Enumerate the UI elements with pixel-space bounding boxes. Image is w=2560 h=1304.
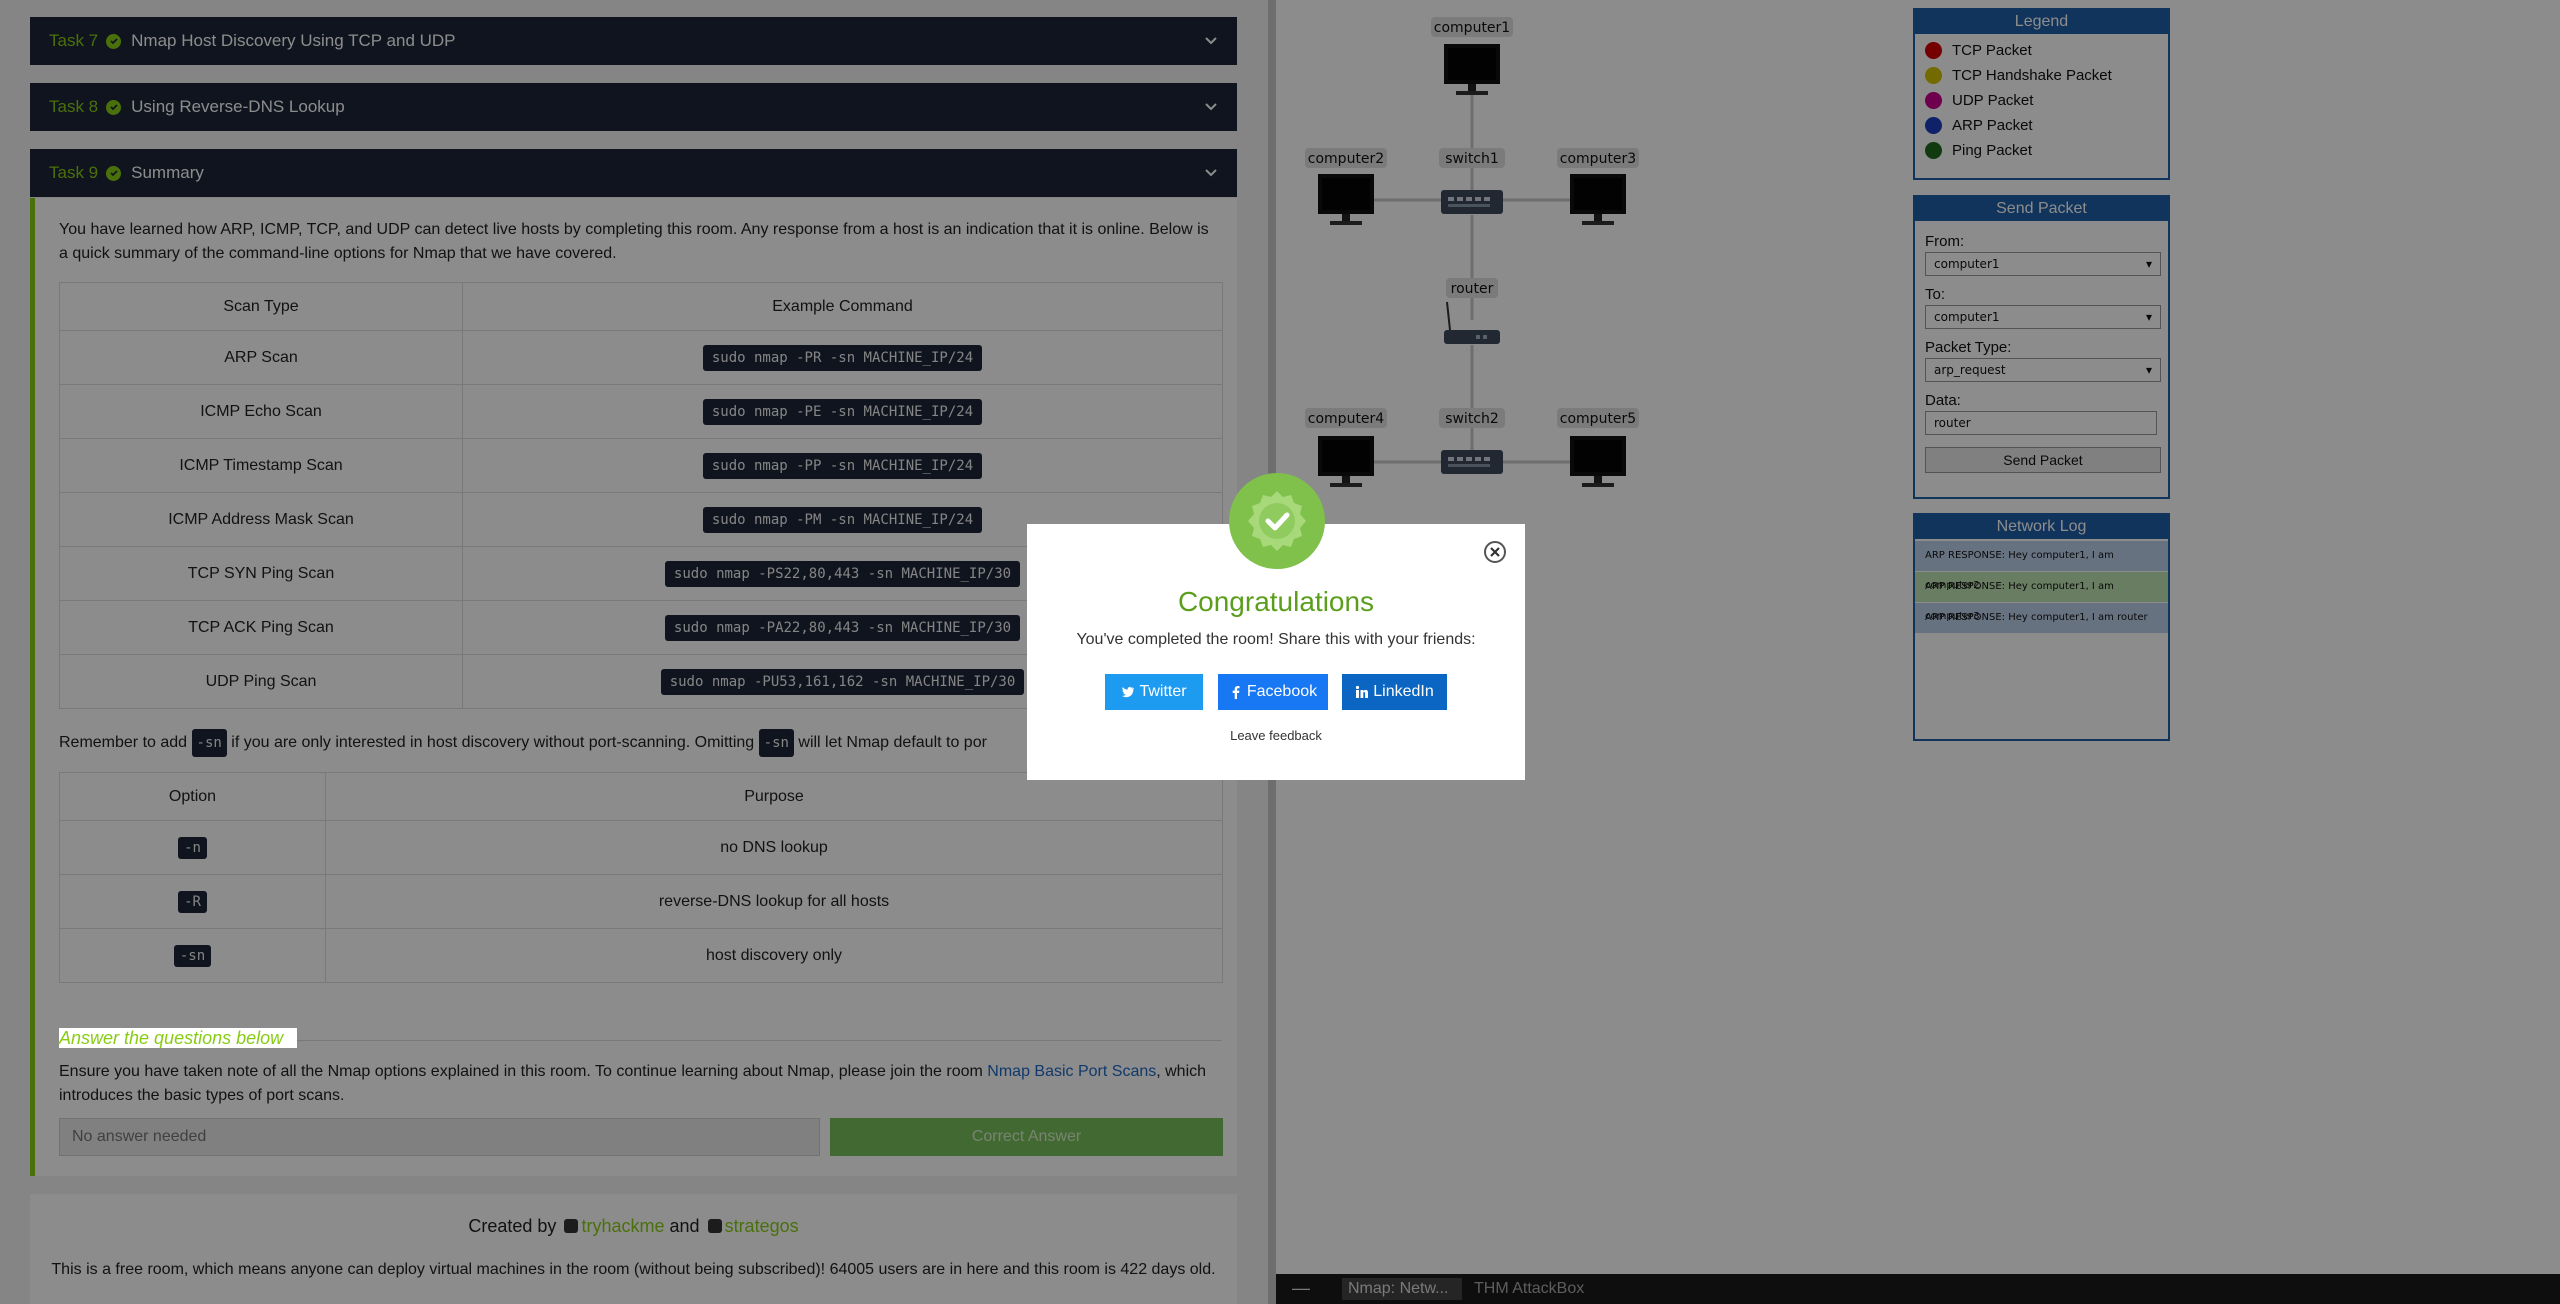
modal-subtitle: You've completed the room! Share this wi… — [1076, 631, 1476, 648]
close-icon — [1490, 547, 1500, 557]
twitter-share-button[interactable]: Twitter — [1105, 674, 1203, 710]
twitter-label: Twitter — [1139, 683, 1187, 700]
facebook-label: Facebook — [1246, 683, 1318, 700]
linkedin-share-button[interactable]: LinkedIn — [1342, 674, 1447, 710]
check-badge-icon — [1248, 491, 1306, 551]
twitter-icon — [1122, 687, 1135, 698]
answer-heading: Answer the questions below — [59, 1028, 298, 1048]
facebook-share-button[interactable]: Facebook — [1218, 674, 1328, 710]
close-button[interactable] — [1484, 541, 1506, 563]
linkedin-label: LinkedIn — [1373, 683, 1434, 700]
modal-title: Congratulations — [1177, 586, 1375, 617]
leave-feedback-link[interactable]: Leave feedback — [1027, 728, 1525, 743]
linkedin-icon — [1356, 685, 1369, 698]
facebook-icon — [1232, 686, 1240, 699]
